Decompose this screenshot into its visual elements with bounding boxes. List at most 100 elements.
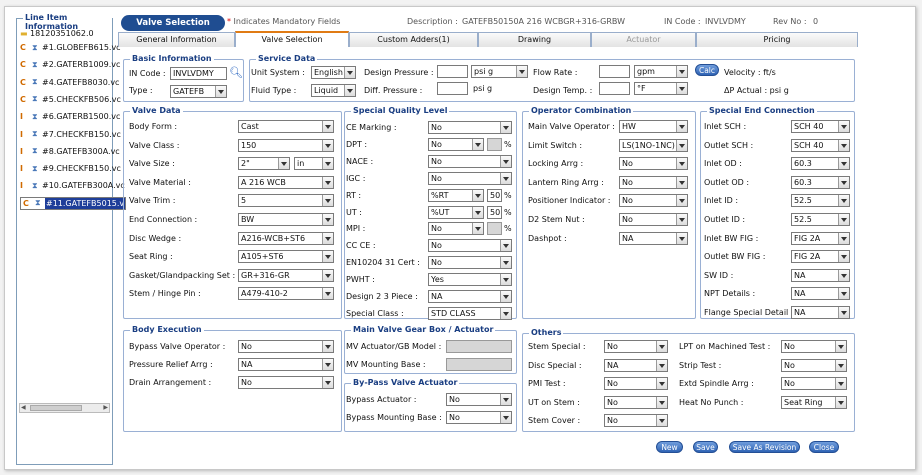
chevron-down-icon[interactable] (838, 121, 849, 132)
chevron-down-icon[interactable] (500, 274, 511, 286)
mpi-select[interactable]: No (428, 222, 484, 236)
calc-button[interactable]: Calc (695, 64, 719, 76)
stem-hinge-pin-select[interactable]: A479-410-2 (238, 287, 334, 301)
unit-system-select[interactable]: English (311, 66, 356, 79)
rt-percent-input[interactable]: 50 (487, 188, 502, 202)
tree-item[interactable]: C ⧗ #1.GLOBEFB615.vc (20, 41, 121, 54)
chevron-down-icon[interactable] (322, 341, 333, 352)
inlet-od-select[interactable]: 60.3 (791, 157, 850, 171)
seat-ring-select[interactable]: A105+ST6 (238, 250, 334, 264)
sw-id-select[interactable]: NA (791, 268, 850, 282)
design-pressure-unit-select[interactable]: psi g (471, 65, 528, 78)
save-button[interactable]: Save (693, 441, 718, 453)
tree-item[interactable]: I ⧗ #7.CHECKFB150.vc (20, 128, 121, 141)
design-pressure-input[interactable] (437, 65, 468, 78)
incode-input[interactable]: INVLVDMY (170, 67, 227, 80)
chevron-down-icon[interactable] (676, 195, 687, 207)
tree-item[interactable]: I ⧗ #8.GATEFB300A.vc (20, 145, 120, 158)
disc-special-select[interactable]: NA (604, 358, 668, 372)
chevron-down-icon[interactable] (500, 240, 511, 252)
extd-spindle-arrg-select[interactable]: No (781, 377, 847, 390)
main-valve-operator-select[interactable]: HW (619, 120, 688, 133)
chevron-down-icon[interactable] (500, 257, 511, 269)
gasket-glandpacking-set-select[interactable]: GR+316-GR (238, 268, 334, 282)
valve-trim-select[interactable]: 5 (238, 194, 334, 208)
dashpot-select[interactable]: NA (619, 231, 688, 245)
pmi-test-select[interactable]: No (604, 377, 668, 390)
chevron-down-icon[interactable] (500, 172, 511, 184)
inlet-sch-select[interactable]: SCH 40 (791, 120, 850, 133)
chevron-down-icon[interactable] (838, 269, 849, 281)
chevron-down-icon[interactable] (835, 378, 846, 389)
mv-actuator-gb-model-input[interactable] (446, 340, 512, 353)
stem-special-select[interactable]: No (604, 340, 668, 353)
chevron-down-icon[interactable] (322, 176, 333, 188)
chevron-down-icon[interactable] (472, 138, 483, 150)
valve-material-select[interactable]: A 216 WCB (238, 175, 334, 189)
tab-pricing[interactable]: Pricing (696, 32, 858, 47)
chevron-down-icon[interactable] (838, 176, 849, 188)
fluid-type-select[interactable]: Liquid (311, 84, 356, 97)
nace-select[interactable]: No (428, 154, 512, 168)
tab-drawing[interactable]: Drawing (478, 32, 591, 47)
chevron-down-icon[interactable] (500, 155, 511, 167)
chevron-down-icon[interactable] (676, 232, 687, 244)
inlet-id-select[interactable]: 52.5 (791, 194, 850, 208)
bypass-mounting-base-select[interactable]: No (446, 411, 512, 424)
chevron-down-icon[interactable] (322, 232, 333, 244)
outlet-bw-fig-select[interactable]: FIG 2A (791, 250, 850, 264)
npt-details-select[interactable]: NA (791, 287, 850, 301)
stem-cover-select[interactable]: No (604, 414, 668, 427)
inlet-bw-fig-select[interactable]: FIG 2A (791, 231, 850, 245)
tree-item[interactable]: C ⧗ #4.GATEFB8030.vc (20, 76, 119, 89)
limit-switch-select[interactable]: LS(1NO-1NC) (619, 138, 688, 152)
chevron-down-icon[interactable] (835, 396, 846, 408)
design-temp-input[interactable] (599, 82, 630, 95)
outlet-sch-select[interactable]: SCH 40 (791, 138, 850, 152)
flow-rate-unit-select[interactable]: gpm (634, 65, 688, 78)
chevron-down-icon[interactable] (656, 359, 667, 371)
cc-ce-select[interactable]: No (428, 239, 512, 253)
chevron-down-icon[interactable] (500, 291, 511, 302)
save-as-revision-button[interactable]: Save As Revision (729, 441, 800, 453)
tree-item[interactable]: C ⧗ #5.CHECKFB506.vc (20, 93, 121, 106)
tab-custom-adders[interactable]: Custom Adders(1) (349, 32, 478, 47)
scrollbar-thumb[interactable] (30, 405, 82, 411)
pressure-relief-arrg-select[interactable]: NA (238, 358, 334, 371)
chevron-down-icon[interactable] (676, 176, 687, 188)
chevron-down-icon[interactable] (500, 394, 511, 405)
mpi-percent-input[interactable] (487, 222, 502, 236)
design-temp-unit-select[interactable]: °F (634, 82, 688, 95)
tree-root[interactable]: ▬ 18120351062.0 (20, 27, 94, 40)
tree-item[interactable]: I ⧗ #10.GATEFB300A.vc (20, 179, 125, 192)
bypass-actuator-select[interactable]: No (446, 393, 512, 406)
chevron-down-icon[interactable] (322, 251, 333, 263)
ut-percent-input[interactable]: 50 (487, 205, 502, 219)
chevron-down-icon[interactable] (322, 288, 333, 300)
positioner-indicator-select[interactable]: No (619, 194, 688, 208)
flow-rate-input[interactable] (599, 65, 630, 78)
tab-actuator[interactable]: Actuator (591, 32, 696, 47)
chevron-down-icon[interactable] (838, 251, 849, 263)
chevron-down-icon[interactable] (838, 232, 849, 244)
valve-size-select[interactable]: 2" (238, 157, 290, 171)
chevron-down-icon[interactable] (656, 378, 667, 389)
chevron-down-icon[interactable] (322, 214, 333, 225)
dpt-percent-input[interactable] (487, 137, 502, 151)
chevron-down-icon[interactable] (500, 307, 511, 319)
close-button[interactable]: Close (809, 441, 839, 453)
end-connection-select[interactable]: BW (238, 213, 334, 226)
scroll-left-icon[interactable]: ◀ (21, 404, 26, 412)
tree-horizontal-scrollbar[interactable]: ◀ ▶ (19, 403, 110, 413)
heat-no-punch-select[interactable]: Seat Ring (781, 395, 847, 409)
chevron-down-icon[interactable] (838, 307, 849, 318)
bypass-valve-operator-select[interactable]: No (238, 340, 334, 353)
chevron-down-icon[interactable] (838, 158, 849, 170)
outlet-od-select[interactable]: 60.3 (791, 175, 850, 189)
ut-select[interactable]: %UT (428, 205, 484, 219)
tab-valve-selection[interactable]: Valve Selection (235, 31, 349, 47)
chevron-down-icon[interactable] (656, 415, 667, 426)
drain-arrangement-select[interactable]: No (238, 376, 334, 389)
lpt-on-machined-test-select[interactable]: No (781, 340, 847, 353)
ut-on-stem-select[interactable]: No (604, 395, 668, 409)
